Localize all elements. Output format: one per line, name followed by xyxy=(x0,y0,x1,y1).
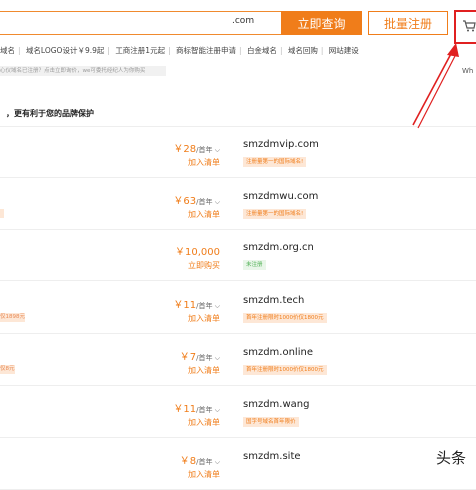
annotation-arrow xyxy=(412,43,459,129)
